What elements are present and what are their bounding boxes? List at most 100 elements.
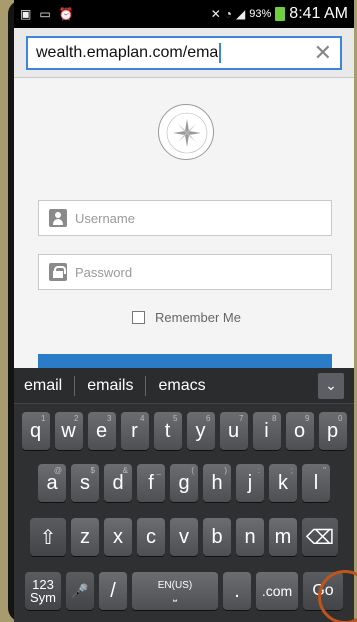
battery-icon [275,7,286,21]
space-key[interactable]: EN(US) ⎵ [132,572,218,610]
key-label: g [178,471,190,494]
go-key[interactable]: Go [303,572,343,610]
key-s[interactable]: s $ [71,464,99,502]
suggestion-divider [74,375,76,396]
key-g[interactable]: g( [170,464,198,502]
key-label: e [95,419,108,442]
expand-suggestions-icon[interactable]: ⌄ [318,372,344,399]
symbols-key[interactable]: 123 Sym [25,572,61,610]
screen: ▣ ▭ ⏰ ✕ ◔ ◢ 93% 8:41 AM wealth.emaplan.c… [14,0,354,622]
key-x[interactable]: x [104,518,132,556]
key-label: t [164,419,171,442]
status-left: ▣ ▭ ⏰ [20,7,74,21]
key-alt-label: 1 [41,414,46,423]
key-alt-label: $ [90,466,95,475]
key-label: o [293,419,306,442]
key-alt-label: 5 [173,414,178,423]
key-y[interactable]: y6 [186,412,215,450]
space-bar-icon: ⎵ [173,591,177,602]
lock-icon [49,263,67,281]
key-e[interactable]: e3 [87,412,116,450]
key-alt-label: 7 [239,414,244,423]
key-q[interactable]: q1 [21,412,50,450]
password-field[interactable]: Password [38,254,332,290]
shift-icon: ⇧ [39,526,57,549]
meridian-compass-logo [158,104,214,160]
period-key[interactable]: . [223,572,251,610]
key-label: h [211,471,223,494]
suggestion-item[interactable]: emacs [158,377,205,395]
key-label: p [326,419,339,442]
key-alt-label: 9 [305,414,310,423]
key-alt-label: " [323,466,326,475]
key-j[interactable]: j: [236,464,264,502]
password-placeholder: Password [75,264,133,280]
microphone-icon: 🎤 [71,582,89,599]
suggestion-item[interactable]: emails [87,377,133,395]
key-alt-label: & [122,466,128,475]
key-label: f [148,471,154,494]
key-label: c [146,525,156,548]
key-z[interactable]: z [71,518,99,556]
slash-key[interactable]: / [99,572,127,610]
key-label: v [179,525,189,548]
key-c[interactable]: c [137,518,165,556]
gallery-icon: ▣ [20,7,32,21]
key-label: m [274,525,292,548]
username-field[interactable]: Username [38,200,332,236]
url-input[interactable]: wealth.emaplan.com/ema ✕ [26,35,342,70]
backspace-key[interactable]: ⌫ [302,518,338,556]
key-l[interactable]: l " [302,464,330,502]
key-n[interactable]: n [236,518,264,556]
key-label: l [313,471,319,494]
key-u[interactable]: u7 [219,412,248,450]
key-k[interactable]: k; [269,464,297,502]
key-m[interactable]: m [269,518,297,556]
key-d[interactable]: d & [104,464,132,502]
backspace-icon: ⌫ [305,526,335,549]
remember-me-checkbox[interactable] [132,311,145,324]
key-label: y [195,419,206,442]
status-right: ✕ ◔ ◢ 93% 8:41 AM [211,5,348,23]
shift-key[interactable]: ⇧ [30,518,66,556]
key-p[interactable]: p0 [318,412,347,450]
key-label: b [211,525,223,548]
remember-me[interactable]: Remember Me [132,310,241,325]
key-h[interactable]: h) [203,464,231,502]
key-t[interactable]: t5 [153,412,182,450]
alarm-icon: ⏰ [58,7,74,21]
login-page: Username Password Remember Me [14,78,354,374]
key-label: j [247,471,253,494]
suggestion-item[interactable]: email [24,377,62,395]
key-b[interactable]: b [203,518,231,556]
status-bar: ▣ ▭ ⏰ ✕ ◔ ◢ 93% 8:41 AM [14,0,354,28]
clear-icon[interactable]: ✕ [308,40,332,66]
key-o[interactable]: o9 [285,412,314,450]
key-row-2: a @ s $ d & f _ g(h) j: k; l " [14,464,354,502]
keyboard-icon: ▭ [39,7,51,21]
compass-rose-icon [166,112,208,154]
key-label: x [113,525,123,548]
suggestion-bar: email emails emacs ⌄ [14,368,354,404]
key-i[interactable]: i8 [252,412,281,450]
text-caret [219,42,222,63]
key-f[interactable]: f _ [137,464,165,502]
key-label: q [29,419,42,442]
key-a[interactable]: a @ [38,464,66,502]
key-row-3: ⇧ zxcvbnm ⌫ [14,518,354,556]
key-alt-label: 3 [107,414,112,423]
key-r[interactable]: r4 [120,412,149,450]
user-icon [49,209,67,227]
key-label: k [278,471,288,494]
key-w[interactable]: w2 [54,412,83,450]
key-v[interactable]: v [170,518,198,556]
key-label: n [244,525,256,548]
dotcom-key[interactable]: .com [256,572,298,610]
microphone-key[interactable]: 🎤 [66,572,94,610]
key-label: u [227,419,240,442]
key-alt-label: ( [191,466,194,475]
suggestion-divider [145,375,147,396]
key-row-1: q1w2e3r4t5y6u7i8o9p0 [14,412,354,450]
username-placeholder: Username [75,210,135,226]
key-label: i [264,419,269,442]
